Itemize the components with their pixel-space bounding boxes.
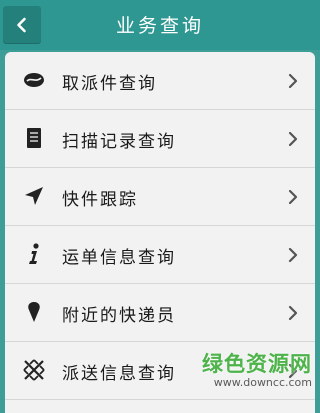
- page-title: 业务查询: [115, 15, 204, 37]
- chevron-right-icon: [288, 189, 298, 205]
- top-bar: 业务查询: [0, 0, 320, 50]
- menu-item-label: 派送信息查询: [62, 364, 176, 384]
- menu-item-label: 取派件查询: [62, 74, 157, 94]
- chevron-right-icon: [288, 247, 298, 263]
- watermark-text: 绿色资源网: [202, 352, 312, 376]
- bean-icon: [22, 68, 46, 92]
- chevron-right-icon: [288, 73, 298, 89]
- menu-item-nearby-courier[interactable]: 附近的快递员: [5, 284, 315, 342]
- document-icon: [22, 126, 46, 150]
- chevron-right-icon: [288, 131, 298, 147]
- menu-item-label: 扫描记录查询: [62, 132, 176, 152]
- chevron-right-icon: [288, 305, 298, 321]
- menu-item-label: 快件跟踪: [62, 190, 138, 210]
- menu-item-label: 运单信息查询: [62, 248, 176, 268]
- watermark: 绿色资源网 www.downcc.com: [202, 348, 312, 389]
- menu-item-label: 附近的快递员: [62, 306, 176, 326]
- menu-item-waybill-query[interactable]: 运单信息查询: [5, 226, 315, 284]
- watermark-url: www.downcc.com: [213, 376, 312, 389]
- navigation-arrow-icon: [22, 184, 46, 208]
- info-icon: [22, 242, 46, 266]
- menu-item-pickup-query[interactable]: 取派件查询: [5, 52, 315, 110]
- cross-arrows-icon: [22, 358, 46, 382]
- menu-item-scan-record-query[interactable]: 扫描记录查询: [5, 110, 315, 168]
- location-pin-icon: [22, 300, 46, 324]
- menu-item-tracking[interactable]: 快件跟踪: [5, 168, 315, 226]
